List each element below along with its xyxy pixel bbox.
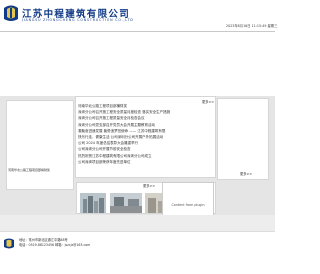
footer-phone-email: 电话：0519-88123456 邮箱：jszcjz@163.com (19, 243, 91, 247)
news-item[interactable]: 公司深圳项目部荣获年度先进单位 (78, 159, 210, 165)
plugin-placeholder-text: Content from plugin (171, 203, 205, 207)
project-photo-2[interactable] (110, 193, 142, 213)
notice-more-link[interactable]: 更多>> (240, 171, 252, 176)
current-datetime: 2023年8月16日 11:15:49 星期三 (226, 24, 278, 28)
featured-news-caption[interactable]: 河南华北公路工程项目部横财奖 (8, 168, 50, 172)
company-logo-icon (4, 5, 18, 21)
footer-contact: 地址：常州市新北区通江中路88号 电话：0519-88123456 邮箱：jsz… (19, 238, 90, 248)
project-photo-1[interactable] (80, 193, 106, 213)
header-divider (0, 31, 275, 32)
notice-panel (217, 98, 269, 180)
company-name-en: JIANGSU ZHONGCHENG CONSTRUCTION CO.,LTD (22, 18, 134, 22)
news-list: 河南华北公路工程项目部横财奖 深圳分公司召开施工程安全质量月度检查 落实安全生产… (78, 103, 210, 165)
bottom-band (0, 215, 275, 231)
gallery-more-link[interactable]: 更多>> (143, 183, 155, 188)
featured-news-panel[interactable] (6, 100, 74, 190)
footer-logo-icon (4, 238, 14, 249)
